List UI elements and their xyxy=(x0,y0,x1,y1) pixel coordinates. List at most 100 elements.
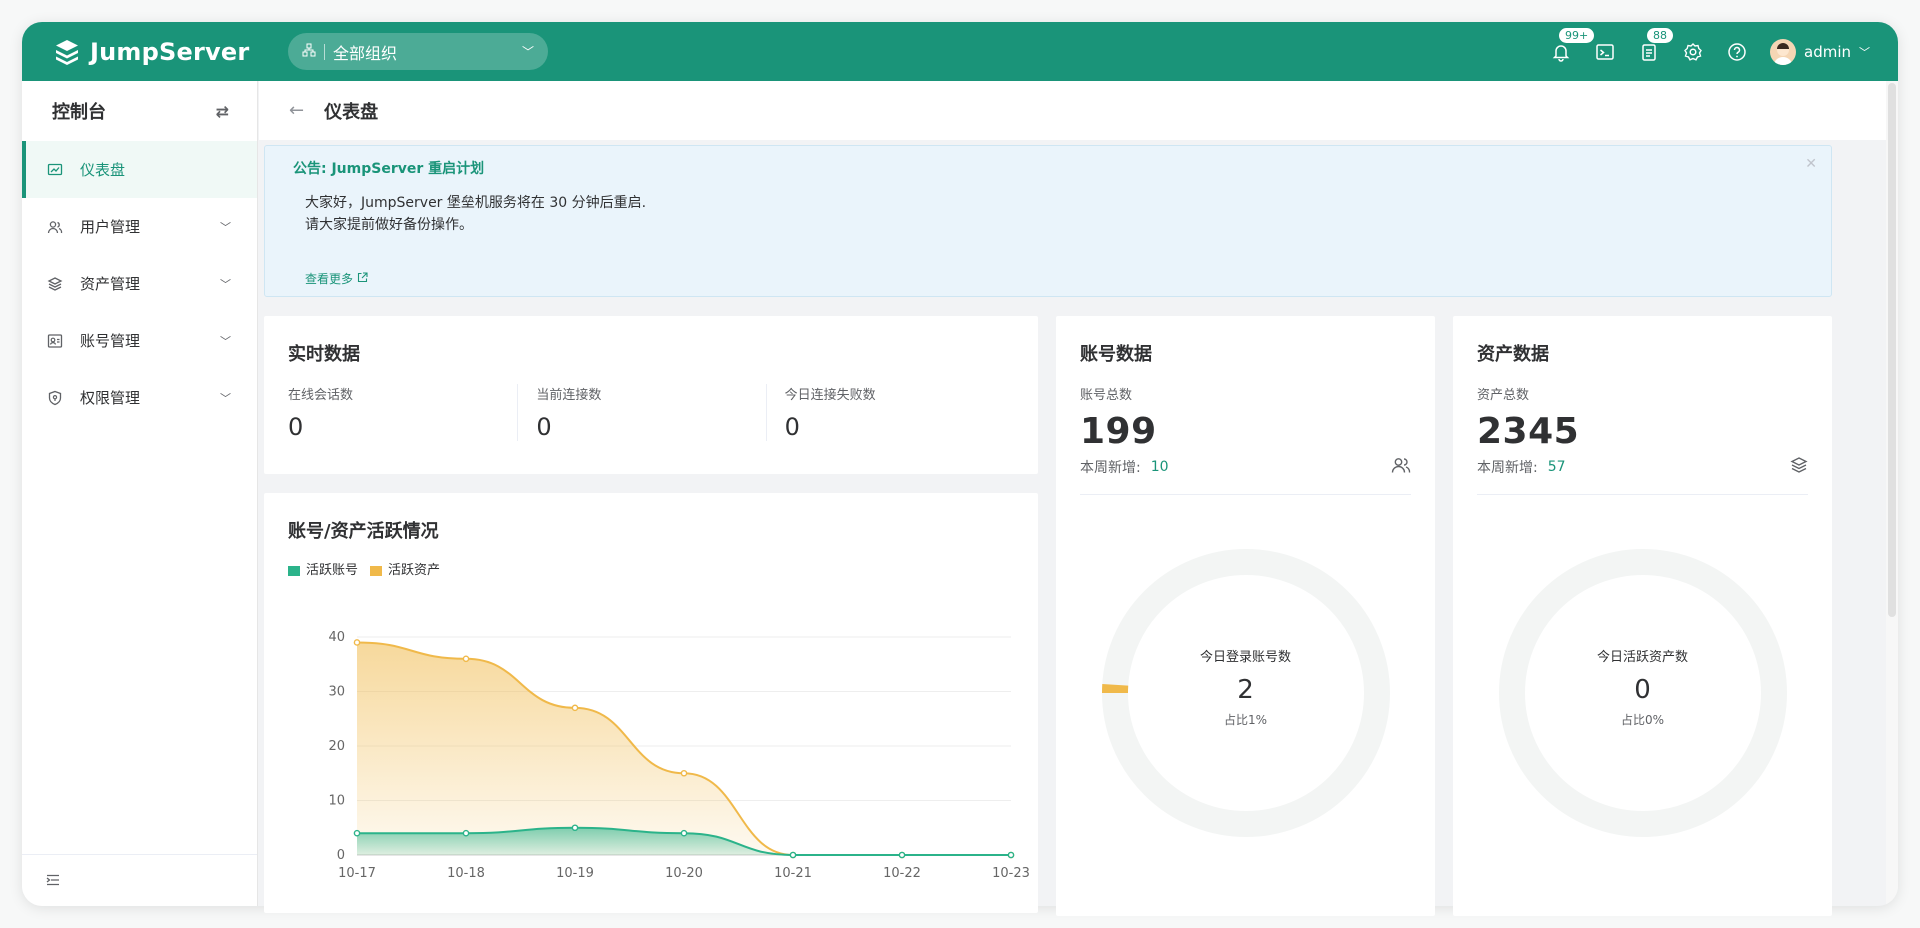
stat-current-connections: 当前连接数 0 xyxy=(517,384,765,441)
data-point xyxy=(898,851,906,859)
logo[interactable]: JumpServer xyxy=(52,37,288,67)
sidebar-item-label: 资产管理 xyxy=(80,275,141,293)
x-tick-label: 10-20 xyxy=(665,866,703,881)
org-icon xyxy=(302,42,316,61)
chevron-down-icon: ﹀ xyxy=(220,277,231,291)
web-terminal-button[interactable] xyxy=(1594,41,1616,63)
announcement-line: 大家好，JumpServer 堡垒机服务将在 30 分钟后重启. xyxy=(305,195,647,211)
assets-title: 资产数据 xyxy=(1477,344,1549,365)
realtime-card: 实时数据 在线会话数 0 当前连接数 0 今日连接失败数 0 xyxy=(264,316,1038,474)
stat-value: 0 xyxy=(288,413,304,441)
legend-swatch xyxy=(288,565,300,576)
y-tick-label: 10 xyxy=(328,794,345,809)
assets-card: 资产数据 资产总数 2345 本周新增: 57 今日活跃资产数 0 占比0% xyxy=(1453,316,1832,916)
legend-item-accounts[interactable]: 活跃账号 xyxy=(288,559,358,578)
week-label: 本周新增: xyxy=(1080,460,1141,476)
data-point xyxy=(680,829,688,837)
top-header: JumpServer 全部组织 ﹀ 99+ 88 admin ﹀ xyxy=(22,22,1898,81)
donut-center: 今日活跃资产数 0 占比0% xyxy=(1498,646,1788,728)
users-icon xyxy=(1391,456,1411,478)
data-point xyxy=(789,851,797,859)
account-icon xyxy=(46,332,64,350)
accounts-card: 账号数据 账号总数 199 本周新增: 10 今日登录账号数 2 占比1% xyxy=(1056,316,1435,916)
collapse-sidebar-button[interactable] xyxy=(22,854,257,906)
data-point xyxy=(1007,851,1015,859)
donut-value: 2 xyxy=(1237,675,1254,705)
back-arrow-icon[interactable]: ← xyxy=(289,100,304,121)
sidebar-item-label: 权限管理 xyxy=(80,389,141,407)
donut-percent: 占比1% xyxy=(1223,713,1268,727)
legend-swatch xyxy=(370,565,383,576)
y-tick-label: 40 xyxy=(328,630,345,645)
avatar xyxy=(1770,38,1796,65)
stat-label: 今日连接失败数 xyxy=(784,388,876,403)
help-icon xyxy=(1728,42,1746,61)
y-tick-label: 0 xyxy=(337,848,345,863)
layers-icon xyxy=(46,275,64,293)
chevron-down-icon: ﹀ xyxy=(220,391,231,405)
sidebar-item-accounts[interactable]: 账号管理 ﹀ xyxy=(22,312,257,369)
data-point xyxy=(571,704,579,712)
collapse-icon xyxy=(46,871,60,890)
y-tick-label: 20 xyxy=(328,739,345,754)
activity-card: 账号/资产活跃情况 活跃账号 活跃资产 0 10 20 30 40 10-17 10-18 1… xyxy=(264,493,1038,913)
data-point xyxy=(353,829,361,837)
close-icon[interactable]: ✕ xyxy=(1805,156,1817,172)
page-header: ← 仪表盘 xyxy=(259,81,1898,140)
stat-label: 在线会话数 xyxy=(288,388,354,403)
gear-icon xyxy=(1684,42,1702,61)
stat-online-sessions: 在线会话数 0 xyxy=(288,384,517,441)
donut-center: 今日登录账号数 2 占比1% xyxy=(1101,646,1391,728)
chevron-down-icon: ﹀ xyxy=(521,45,534,59)
data-point xyxy=(462,655,470,663)
external-link-icon xyxy=(357,272,368,286)
data-point xyxy=(680,769,688,777)
week-value: 57 xyxy=(1547,459,1566,475)
announcement-title: 公告: JumpServer 重启计划 xyxy=(293,161,485,177)
stat-value: 0 xyxy=(536,413,552,441)
activity-title: 账号/资产活跃情况 xyxy=(288,521,439,542)
switch-view-icon[interactable]: ⇄ xyxy=(216,102,229,121)
x-tick-label: 10-22 xyxy=(883,866,921,881)
scrollbar-thumb[interactable] xyxy=(1888,83,1896,617)
header-actions: 99+ 88 admin ﹀ xyxy=(1550,26,1870,65)
data-point xyxy=(462,829,470,837)
sidebar-item-label: 仪表盘 xyxy=(80,161,126,179)
bell-icon xyxy=(1552,44,1570,62)
sidebar-item-users[interactable]: 用户管理 ﹀ xyxy=(22,198,257,255)
x-tick-label: 10-21 xyxy=(774,866,812,881)
settings-button[interactable] xyxy=(1682,41,1704,63)
org-select-value: 全部组织 xyxy=(333,43,398,63)
sidebar-item-dashboard[interactable]: 仪表盘 xyxy=(22,141,257,198)
accounts-total: 199 xyxy=(1080,411,1157,452)
help-button[interactable] xyxy=(1726,41,1748,63)
week-value: 10 xyxy=(1150,459,1169,475)
data-point xyxy=(571,824,579,832)
data-point xyxy=(353,639,361,646)
sidebar-title: 控制台 ⇄ xyxy=(22,81,257,141)
stat-value: 0 xyxy=(784,413,800,441)
tickets-button[interactable]: 88 xyxy=(1638,26,1674,63)
legend-item-assets[interactable]: 活跃资产 xyxy=(370,559,440,578)
x-tick-label: 10-17 xyxy=(338,866,376,881)
realtime-title: 实时数据 xyxy=(288,344,360,365)
assets-donut: 今日活跃资产数 0 占比0% xyxy=(1498,548,1788,838)
scrollbar[interactable] xyxy=(1886,81,1898,906)
assets-week: 本周新增: 57 xyxy=(1477,456,1808,495)
sidebar-item-assets[interactable]: 资产管理 ﹀ xyxy=(22,255,257,312)
chart-legend: 活跃账号 活跃资产 xyxy=(288,559,1014,578)
sidebar-title-text: 控制台 xyxy=(52,102,106,123)
user-menu[interactable]: admin ﹀ xyxy=(1770,38,1870,65)
ticket-badge: 88 xyxy=(1646,26,1674,44)
more-link-text: 查看更多 xyxy=(305,272,354,286)
clipboard-icon xyxy=(1642,43,1656,61)
x-tick-label: 10-19 xyxy=(556,866,594,881)
sidebar-item-label: 账号管理 xyxy=(80,332,141,350)
sidebar-item-permissions[interactable]: 权限管理 ﹀ xyxy=(22,369,257,426)
announcement-more-link[interactable]: 查看更多 xyxy=(305,270,368,287)
shield-icon xyxy=(46,389,64,407)
org-select[interactable]: 全部组织 ﹀ xyxy=(288,33,548,70)
notification-button[interactable]: 99+ xyxy=(1550,26,1596,63)
realtime-stats: 在线会话数 0 当前连接数 0 今日连接失败数 0 xyxy=(288,384,1014,441)
x-tick-label: 10-18 xyxy=(447,866,485,881)
